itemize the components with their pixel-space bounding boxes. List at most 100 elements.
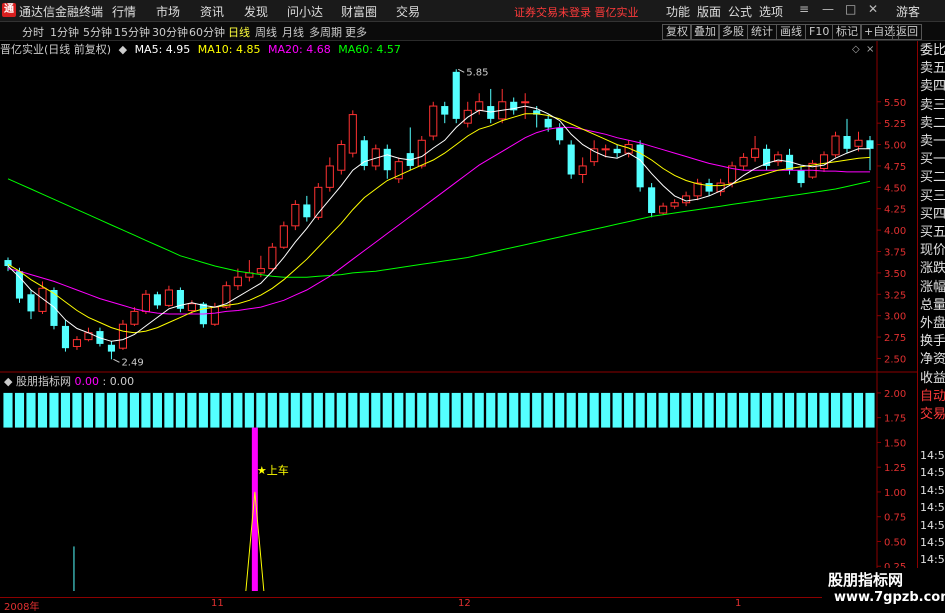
sidebar-item[interactable]: 买二 [920,170,945,186]
tool-fuquan[interactable]: 复权 [662,24,692,40]
candle-body [61,325,70,349]
tool-biaoji[interactable]: 标记 [832,24,862,40]
indicator-bar [348,392,358,428]
menu-wenxiaoda[interactable]: 问小达 [287,3,323,20]
period-multi[interactable]: 多周期 [309,24,342,40]
sidebar-item[interactable]: 卖四 [920,79,945,95]
indicator-bar [727,392,737,428]
indicator-bar [784,392,795,428]
menu-zixun[interactable]: 资讯 [200,3,224,20]
candle-body [441,106,449,115]
tool-tongji[interactable]: 统计 [747,24,777,40]
candle-body [452,71,460,119]
sidebar-item[interactable]: 换手 [920,334,945,350]
period-weekly[interactable]: 周线 [255,24,277,40]
sidebar-item[interactable]: 外盘 [920,316,945,332]
indicator-panel[interactable]: 2.001.751.501.251.000.750.500.25 ★上车 [0,373,917,597]
sidebar-item[interactable]: 净资 [920,352,945,368]
candle-body [693,182,702,197]
tool-huaxian[interactable]: 画线 [776,24,806,40]
period-60min[interactable]: 60分钟 [189,24,225,40]
sidebar-item[interactable]: 买三 [920,189,945,205]
sidebar-item[interactable]: 涨跌 [920,261,945,277]
period-more[interactable]: 更多 [345,24,367,40]
candle-body [27,294,35,312]
ma-settings-icon[interactable]: ◆ [119,43,127,56]
sidebar-time: 14:56 [920,449,945,462]
maximize-icon[interactable]: □ [845,2,856,16]
sidebar-item[interactable]: 卖二 [920,116,945,132]
period-fenshi[interactable]: 分时 [22,24,44,40]
candle-body [348,114,357,154]
indicator-bar [807,392,818,428]
candle-body [590,148,599,163]
sidebar-item[interactable]: 买四 [920,207,945,223]
tool-f10[interactable]: F10 [805,24,834,40]
menu-shichang[interactable]: 市场 [156,3,180,20]
candle-body [831,135,840,156]
tool-duogu[interactable]: 多股 [718,24,748,40]
indicator-bar [129,392,139,428]
menu-faxian[interactable]: 发现 [244,3,268,20]
period-monthly[interactable]: 月线 [282,24,304,40]
tool-diejia[interactable]: 叠加 [690,24,720,40]
ind-y-tick-label: 1.00 [884,488,906,499]
period-5min[interactable]: 5分钟 [83,24,112,40]
sidebar-item[interactable]: 涨幅 [920,280,945,296]
sidebar-item[interactable]: 收益 [920,371,945,387]
ind-y-tick-label: 0.75 [884,513,906,524]
date-label: 1 [735,598,742,609]
candle-body [383,148,391,171]
chart-close-icon[interactable]: × [866,44,874,55]
sidebar-item[interactable]: 卖五 [920,61,945,77]
indicator-bar [405,392,415,428]
menu-gongneng[interactable]: 功能 [666,3,690,20]
period-1min[interactable]: 1分钟 [50,24,79,40]
tool-back[interactable]: 返回 [892,24,922,40]
candle-body [429,105,438,137]
sidebar-time: 14:56 [920,553,945,567]
sidebar-item[interactable]: 现价 [920,243,945,259]
sidebar-item[interactable]: 卖一 [920,134,945,150]
menu-gongshi[interactable]: 公式 [728,3,752,20]
sidebar-item[interactable]: 总量 [920,298,945,314]
indicator-settings-icon[interactable]: ◆ [4,375,12,388]
sidebar-item[interactable]: 自动 [920,389,945,405]
sidebar-item[interactable]: 卖三 [920,98,945,114]
menu-caifuquan[interactable]: 财富圈 [341,3,377,20]
guest-user[interactable]: 游客 [896,3,920,20]
minimize-icon[interactable]: — [822,2,834,16]
login-notice[interactable]: 证券交易未登录 晋亿实业 [514,4,639,20]
menu-hangqing[interactable]: 行情 [112,3,136,20]
indicator-bar [750,392,760,428]
indicator-bar [670,392,680,428]
chart-diamond-icon[interactable]: ◇ [852,44,860,55]
sidebar-item[interactable]: 买一 [920,152,945,168]
sidebar-item[interactable]: 交易 [920,407,945,423]
menu-jiaoyi[interactable]: 交易 [396,3,420,20]
sidebar-time: 14:56 [920,536,945,549]
candle-body [578,165,587,175]
sidebar-time: 14:56 [920,483,945,497]
indicator-bar [359,392,369,428]
period-15min[interactable]: 15分钟 [114,24,150,40]
sidebar-item[interactable]: 委比 [920,43,945,59]
menu-xuanxiang[interactable]: 选项 [759,3,783,20]
period-daily[interactable]: 日线 [228,24,250,40]
kline-chart[interactable]: 5.50 5.25 5.00 4.75 4.50 4.25 4.00 3.75 3.50 3.25… [0,41,917,373]
menu-banmian[interactable]: 版面 [697,3,721,20]
date-label: 12 [458,598,471,609]
indicator-bar [428,392,438,428]
sidebar-item[interactable]: 买五 [920,225,945,241]
indicator-bar [773,392,783,428]
y-tick-label: 5.50 [884,98,906,109]
indicator-bar [49,392,59,428]
indicator-bar [72,392,82,428]
close-icon[interactable]: ✕ [868,2,878,16]
period-30min[interactable]: 30分钟 [152,24,188,40]
indicator-bar [739,392,749,428]
indicator-bar [95,392,105,428]
window-menu-icon[interactable]: ≡ [799,2,809,16]
app-window: 通 通达信金融终端 行情 市场 资讯 发现 问小达 财富圈 交易 证券交易未登录… [0,0,945,613]
indicator-bar [635,392,645,428]
